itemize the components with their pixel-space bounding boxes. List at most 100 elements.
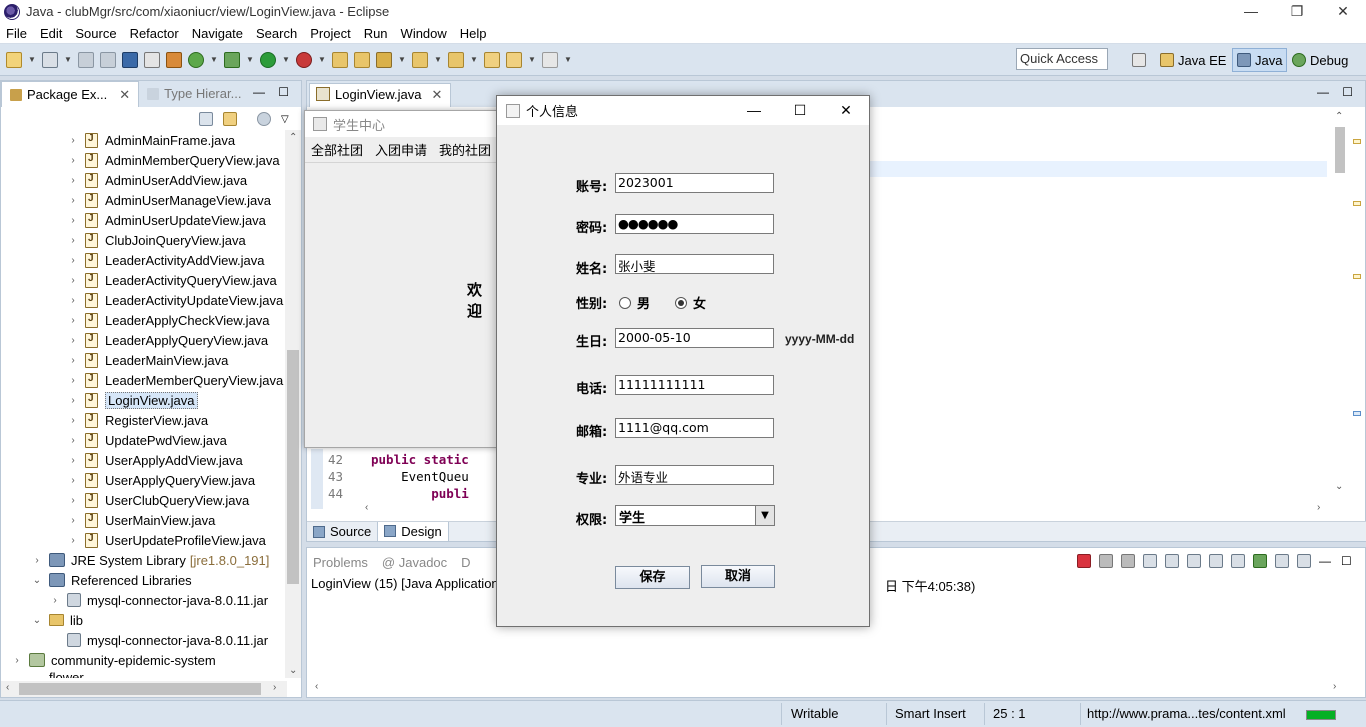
maximize-view-icon[interactable]: ☐: [1341, 554, 1355, 568]
tab-design[interactable]: Design: [377, 521, 449, 542]
scroll-right-icon[interactable]: ›: [1333, 681, 1336, 692]
tree-item-file[interactable]: › AdminUserManageView.java: [1, 190, 287, 210]
role-select[interactable]: 学生 ▼: [615, 505, 775, 526]
tab-problems[interactable]: Problems: [313, 555, 368, 570]
scroll-down-icon[interactable]: ⌄: [289, 665, 297, 676]
display-console-icon[interactable]: [1275, 554, 1289, 568]
chevron-right-icon[interactable]: ›: [67, 375, 79, 386]
tree-item-file[interactable]: › LeaderApplyQueryView.java: [1, 330, 287, 350]
password-field[interactable]: ●●●●●●: [615, 214, 774, 234]
pin-console-icon[interactable]: [1253, 554, 1267, 568]
tree-item-file[interactable]: › ClubJoinQueryView.java: [1, 230, 287, 250]
build-icon[interactable]: [166, 51, 182, 68]
chevron-right-icon[interactable]: ›: [67, 275, 79, 286]
gender-male-radio[interactable]: 男: [619, 293, 650, 312]
chevron-right-icon[interactable]: ›: [67, 335, 79, 346]
tab-declaration[interactable]: D: [461, 555, 470, 570]
chevron-right-icon[interactable]: ›: [67, 435, 79, 446]
pencil-icon[interactable]: [376, 51, 392, 68]
open-console-icon[interactable]: [1297, 554, 1311, 568]
major-field[interactable]: 外语专业: [615, 465, 774, 485]
menu-search[interactable]: Search: [256, 26, 297, 41]
chevron-down-icon[interactable]: ⌄: [31, 615, 43, 626]
chevron-down-icon[interactable]: ▼: [28, 55, 36, 64]
chevron-right-icon[interactable]: ›: [67, 535, 79, 546]
menu-help[interactable]: Help: [460, 26, 487, 41]
perspective-java[interactable]: Java: [1232, 48, 1288, 72]
view-menu-icon[interactable]: ▽: [281, 114, 289, 125]
chevron-right-icon[interactable]: ›: [11, 655, 23, 666]
open-perspective-button[interactable]: [1128, 48, 1154, 72]
chevron-down-icon[interactable]: ▼: [470, 55, 478, 64]
phone-field[interactable]: 11111111111: [615, 375, 774, 395]
tab-javadoc[interactable]: @ Javadoc: [382, 555, 447, 570]
menu-join-apply[interactable]: 入团申请: [375, 140, 427, 159]
chevron-down-icon[interactable]: ▼: [210, 55, 218, 64]
chevron-right-icon[interactable]: ›: [67, 495, 79, 506]
radio-male-circle[interactable]: [619, 296, 631, 309]
close-icon[interactable]: ✕: [432, 87, 443, 103]
tree-item-file[interactable]: › LeaderApplyCheckView.java: [1, 310, 287, 330]
save-icon[interactable]: [78, 51, 94, 68]
tree-item-file[interactable]: › LeaderActivityQueryView.java: [1, 270, 287, 290]
tree-item-file[interactable]: › AdminUserAddView.java: [1, 170, 287, 190]
dialog-close-button[interactable]: ✕: [823, 96, 869, 125]
code-line[interactable]: 42 public static: [315, 452, 469, 467]
tree-item-lib[interactable]: ⌄ lib: [1, 610, 287, 630]
link-editor-icon[interactable]: [223, 112, 237, 126]
warning-marker[interactable]: [1353, 274, 1361, 279]
collapse-all-icon[interactable]: [199, 112, 213, 126]
tree-item-lib-jar[interactable]: mysql-connector-java-8.0.11.jar: [1, 630, 287, 650]
tree-item-file[interactable]: › LeaderActivityUpdateView.java: [1, 290, 287, 310]
chevron-right-icon[interactable]: ›: [67, 515, 79, 526]
menu-source[interactable]: Source: [75, 26, 116, 41]
tree-item-jar[interactable]: › mysql-connector-java-8.0.11.jar: [1, 590, 287, 610]
chevron-right-icon[interactable]: ›: [67, 255, 79, 266]
minimize-button[interactable]: —: [1228, 0, 1274, 23]
terminate-icon[interactable]: [1077, 554, 1091, 568]
tree-item-file[interactable]: › LeaderMainView.java: [1, 350, 287, 370]
tree-item-file[interactable]: › UpdatePwdView.java: [1, 430, 287, 450]
tree-item-file[interactable]: › UserApplyQueryView.java: [1, 470, 287, 490]
tab-loginview-java[interactable]: LoginView.java ✕: [309, 83, 452, 107]
chevron-down-icon[interactable]: ▼: [64, 55, 72, 64]
chevron-right-icon[interactable]: ›: [67, 455, 79, 466]
scroll-left-icon[interactable]: ‹: [6, 682, 9, 693]
chevron-right-icon[interactable]: ›: [67, 195, 79, 206]
tree-item-jre[interactable]: › JRE System Library [jre1.8.0_191]: [1, 550, 287, 570]
scroll-lock-icon[interactable]: [1165, 554, 1179, 568]
tree-item-file[interactable]: › LeaderActivityAddView.java: [1, 250, 287, 270]
chevron-right-icon[interactable]: ›: [67, 475, 79, 486]
warning-marker[interactable]: [1353, 201, 1361, 206]
scroll-up-icon[interactable]: ⌃: [1335, 111, 1343, 122]
menu-file[interactable]: File: [6, 26, 27, 41]
tree-item-file[interactable]: › UserUpdateProfileView.java: [1, 530, 287, 550]
scroll-right-icon[interactable]: ›: [273, 682, 276, 693]
chevron-right-icon[interactable]: ›: [67, 395, 79, 406]
tab-source[interactable]: Source: [307, 522, 377, 542]
chevron-right-icon[interactable]: ›: [49, 595, 61, 606]
tree-item-file[interactable]: › UserApplyAddView.java: [1, 450, 287, 470]
menu-window[interactable]: Window: [401, 26, 447, 41]
chevron-down-icon[interactable]: ⌄: [31, 575, 43, 586]
scroll-thumb[interactable]: [1335, 127, 1345, 173]
chevron-right-icon[interactable]: ›: [67, 215, 79, 226]
chevron-down-icon[interactable]: ▼: [755, 506, 774, 525]
code-line[interactable]: 44 publi: [315, 486, 469, 501]
minimize-view-icon[interactable]: —: [1319, 554, 1333, 568]
forward-arrow-icon[interactable]: [542, 51, 558, 68]
tree-item-file[interactable]: › AdminUserUpdateView.java: [1, 210, 287, 230]
scroll-left-icon[interactable]: ‹: [365, 502, 368, 513]
console-icon[interactable]: [122, 51, 138, 68]
quick-access-input[interactable]: Quick Access: [1016, 48, 1108, 70]
scroll-thumb[interactable]: [19, 683, 261, 695]
chevron-down-icon[interactable]: ▼: [398, 55, 406, 64]
email-field[interactable]: 1111@qq.com: [615, 418, 774, 438]
menu-edit[interactable]: Edit: [40, 26, 62, 41]
close-icon[interactable]: ✕: [119, 87, 130, 103]
chevron-down-icon[interactable]: ▼: [246, 55, 254, 64]
menu-my-clubs[interactable]: 我的社团: [439, 140, 491, 159]
dialog-minimize-button[interactable]: —: [731, 96, 777, 125]
run-icon[interactable]: [260, 51, 276, 68]
tree-vertical-scrollbar[interactable]: ⌃ ⌄: [285, 130, 301, 678]
